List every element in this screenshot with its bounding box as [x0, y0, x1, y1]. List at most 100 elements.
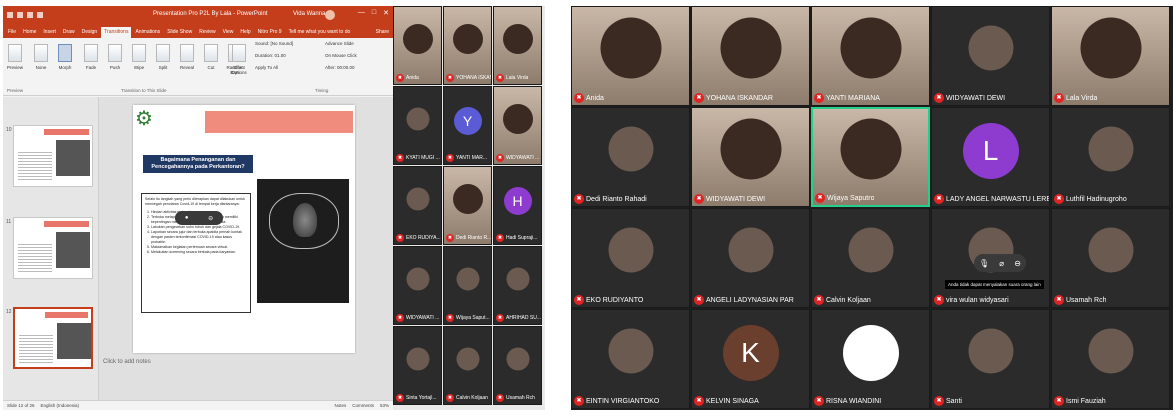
participant-tile[interactable]: ✖ RISNA WIANDINI: [811, 309, 930, 409]
slide-thumbnail[interactable]: [13, 217, 93, 279]
quick-access-toolbar[interactable]: [7, 12, 43, 18]
lightbulb-image[interactable]: [257, 179, 349, 303]
participant-tile[interactable]: ✖ Calvin Koljaan: [443, 326, 492, 405]
duration-option[interactable]: Duration: 01.00: [255, 53, 286, 58]
transition-morph-button[interactable]: Morph: [55, 44, 75, 70]
participant-tile[interactable]: ✖YOHANA ISKANDAR: [443, 6, 492, 85]
notes-button[interactable]: Notes: [334, 403, 346, 408]
slide-hover-controls[interactable]: ● ⊖: [175, 211, 223, 225]
undo-icon[interactable]: [17, 12, 23, 18]
tile-hover-controls[interactable]: 🎙 ⌀ ⊖: [974, 254, 1026, 272]
maximize-button[interactable]: □: [372, 9, 376, 17]
participant-tile[interactable]: ✖ WIDYAWATI ...: [393, 246, 442, 325]
participant-tile[interactable]: ✖ ANGELI LADYNASIAN PAR: [691, 208, 810, 308]
participant-tile[interactable]: ✖ KYATI MUGI ...: [393, 86, 442, 165]
slide-title[interactable]: Bagaimana Penanganan dan Pencegahannya p…: [143, 155, 253, 173]
participant-name: Santi: [946, 397, 962, 405]
transition-preview-button[interactable]: Preview: [5, 44, 25, 70]
after-option[interactable]: After: 00:00.00: [325, 65, 355, 70]
apply-all-button[interactable]: Apply To All: [255, 65, 278, 70]
tab-view[interactable]: View: [220, 27, 237, 38]
microphone-muted-icon: ✖: [446, 394, 454, 402]
participant-tile[interactable]: K ✖ KELVIN SINAGA: [691, 309, 810, 409]
participant-tile[interactable]: ✖ EKO RUDIYA...: [393, 166, 442, 245]
participant-tile[interactable]: ✖ Dedi Rianto Rahadi: [571, 107, 690, 207]
participant-tile[interactable]: H ✖ Hadi Supraji...: [493, 166, 542, 245]
slide-canvas[interactable]: ⚙ Bagaimana Penanganan dan Pencegahannya…: [133, 105, 355, 353]
share-button[interactable]: Share: [376, 27, 393, 38]
tab-help[interactable]: Help: [237, 27, 253, 38]
user-name[interactable]: Vida Wanna: [293, 11, 325, 17]
participant-tile[interactable]: ✖ Calvin Koljaan: [811, 208, 930, 308]
close-icon[interactable]: ⊖: [208, 215, 213, 222]
zoom-level[interactable]: 53%: [380, 403, 389, 408]
participant-tile[interactable]: ✖ Wijaya Saput...: [443, 246, 492, 325]
microphone-icon[interactable]: 🎙: [979, 259, 989, 268]
participant-tile[interactable]: ✖ Usamah Rch: [493, 326, 542, 405]
slide-thumbnails-pane[interactable]: 10 11 12: [3, 97, 99, 400]
tab-slide-show[interactable]: Slide Show: [164, 27, 195, 38]
transition-reveal-button[interactable]: Reveal: [177, 44, 197, 70]
notes-placeholder[interactable]: Click to add notes: [99, 359, 393, 365]
transition-icon: [180, 44, 194, 62]
participant-tile[interactable]: ✖ WIDYAWATI DEWI: [931, 6, 1050, 106]
participant-name: EKO RUDIYA...: [406, 235, 441, 241]
present-icon[interactable]: [37, 12, 43, 18]
tab-design[interactable]: Design: [79, 27, 101, 38]
participant-tile[interactable]: ✖ Dedi Rianto R...: [443, 166, 492, 245]
tab-review[interactable]: Review: [196, 27, 218, 38]
participant-tile[interactable]: ✖ Ismi Fauziah: [1051, 309, 1170, 409]
slide-thumbnail-selected[interactable]: [13, 307, 93, 369]
participant-tile[interactable]: ✖ Anida: [571, 6, 690, 106]
participant-tile[interactable]: ✖ EKO RUDIYANTO: [571, 208, 690, 308]
transition-push-button[interactable]: Push: [105, 44, 125, 70]
participant-tile[interactable]: Y ✖ YANTI MAR...: [443, 86, 492, 165]
avatar[interactable]: [325, 10, 335, 20]
participant-tile[interactable]: ✖ WIDYAWATI ...: [493, 86, 542, 165]
transition-split-button[interactable]: Split: [153, 44, 173, 70]
tab-insert[interactable]: Insert: [40, 27, 59, 38]
effect-options-button[interactable]: Effect Options: [229, 44, 249, 75]
save-icon[interactable]: [7, 12, 13, 18]
transition-wipe-button[interactable]: Wipe: [129, 44, 149, 70]
language-indicator[interactable]: English (Indonesia): [41, 403, 80, 408]
tab-transitions[interactable]: Transitions: [101, 27, 132, 38]
redo-icon[interactable]: [27, 12, 33, 18]
effect-icon: [232, 44, 246, 62]
profile-photo: [608, 227, 653, 273]
participant-tile[interactable]: ✖ Wijaya Saputro: [811, 107, 930, 207]
tab-tell-me-what-you-want-to-do[interactable]: Tell me what you want to do: [286, 27, 354, 38]
participant-tile[interactable]: ✖ Usamah Rch: [1051, 208, 1170, 308]
participant-tile[interactable]: ✖ YANTI MARIANA: [811, 6, 930, 106]
participant-tile[interactable]: ✖ Luthfil Hadinugroho: [1051, 107, 1170, 207]
minimize-button[interactable]: —: [358, 9, 365, 17]
participant-tile[interactable]: L ✖LADY ANGEL NARWASTU LEREBULAN: [931, 107, 1050, 207]
participant-tile[interactable]: ✖ Lala Virda: [1051, 6, 1170, 106]
participant-tile[interactable]: ✖ AHRIHAD SU...: [493, 246, 542, 325]
participant-tile[interactable]: ✖YOHANA ISKANDAR: [691, 6, 810, 106]
slide-editor[interactable]: ⚙ Bagaimana Penanganan dan Pencegahannya…: [99, 97, 393, 400]
tab-nitro-pro-9[interactable]: Nitro Pro 9: [255, 27, 285, 38]
sound-option[interactable]: Sound: [No Sound]: [255, 41, 293, 46]
transition-none-button[interactable]: None: [31, 44, 51, 70]
tab-animations[interactable]: Animations: [132, 27, 163, 38]
participant-name-row: ✖ Dedi Rianto Rahadi: [574, 194, 647, 204]
transition-cut-button[interactable]: Cut: [201, 44, 221, 70]
participant-tile[interactable]: ✖ WIDYAWATI DEWI: [691, 107, 810, 207]
video-off-icon[interactable]: ⌀: [999, 259, 1004, 268]
participant-tile[interactable]: ✖ Santi: [931, 309, 1050, 409]
close-button[interactable]: ✕: [383, 9, 389, 17]
participant-tile[interactable]: ✖ EINTIN VIRGIANTOKO: [571, 309, 690, 409]
participant-tile[interactable]: ✖ Lala Virda: [493, 6, 542, 85]
on-mouse-click-checkbox[interactable]: On Mouse Click: [325, 53, 357, 58]
tab-draw[interactable]: Draw: [60, 27, 78, 38]
slide-thumbnail[interactable]: [13, 125, 93, 187]
transition-fade-button[interactable]: Fade: [81, 44, 101, 70]
comments-button[interactable]: Comments: [352, 403, 374, 408]
remove-icon[interactable]: ⊖: [1014, 259, 1021, 268]
participant-tile[interactable]: ✖ Sinta Yortajl...: [393, 326, 442, 405]
participant-tile[interactable]: ✖ Anida: [393, 6, 442, 85]
tab-file[interactable]: File: [5, 27, 19, 38]
tab-home[interactable]: Home: [20, 27, 39, 38]
microphone-icon[interactable]: ●: [185, 215, 189, 221]
